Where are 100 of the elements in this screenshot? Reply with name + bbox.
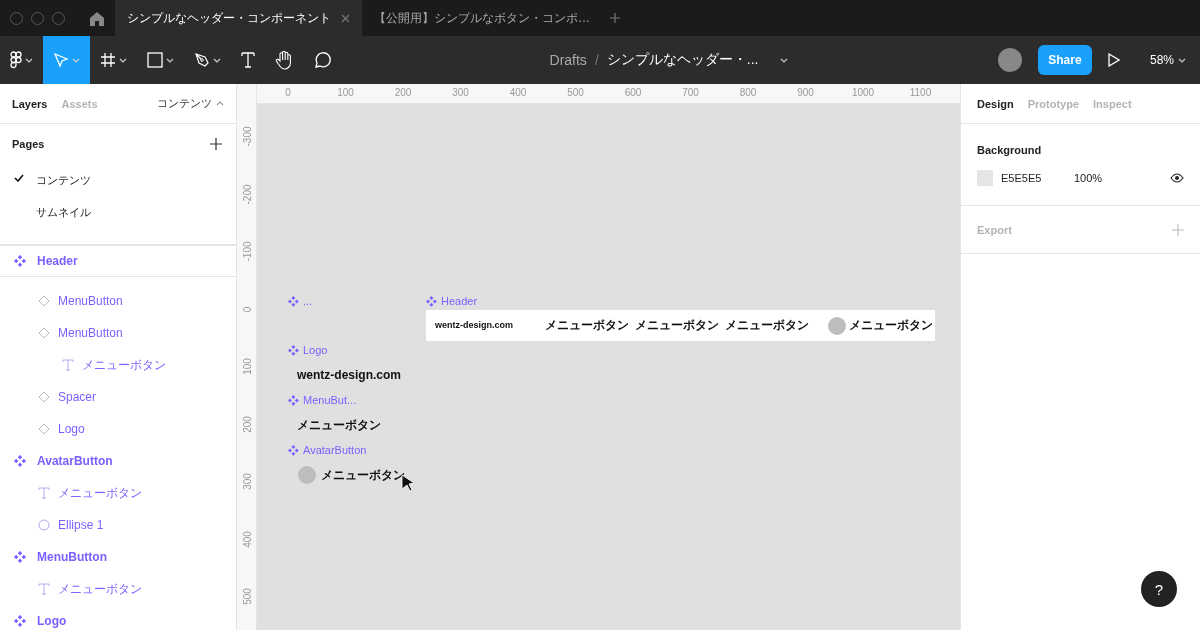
ruler-label: 300 xyxy=(452,87,469,98)
ruler-label: 0 xyxy=(285,87,291,98)
caret-icon xyxy=(1178,57,1186,63)
ruler-label: 300 xyxy=(241,472,253,492)
play-icon[interactable] xyxy=(1107,53,1120,67)
text-icon xyxy=(241,52,255,68)
diamond-icon xyxy=(38,423,50,435)
layer-item[interactable]: AvatarButton xyxy=(0,445,236,477)
component-icon xyxy=(288,444,299,456)
cursor-icon xyxy=(53,52,69,68)
menu-text: メニューボタン xyxy=(545,318,629,333)
layer-item[interactable]: メニューボタン xyxy=(0,349,236,381)
header-frame[interactable]: wentz-design.com メニューボタン メニューボタン メニューボタン メニューボタン xyxy=(426,310,935,341)
caret-icon xyxy=(25,57,33,63)
zoom-menu[interactable]: 58% xyxy=(1149,53,1186,67)
color-value[interactable]: E5E5E5 xyxy=(1001,172,1074,184)
layer-item[interactable]: Spacer xyxy=(0,381,236,413)
menu-text: メニューボタン xyxy=(849,318,933,333)
layer-item[interactable]: MenuButton xyxy=(0,317,236,349)
layer-item[interactable]: MenuButton xyxy=(0,541,236,573)
breadcrumb-separator: / xyxy=(594,52,599,68)
rectangle-icon xyxy=(147,52,163,68)
page-item[interactable]: コンテンツ xyxy=(0,164,236,196)
component-icon xyxy=(14,615,26,627)
home-icon[interactable] xyxy=(88,10,105,26)
ellipse-icon xyxy=(38,519,50,531)
ruler-label: 0 xyxy=(241,305,253,314)
component-icon xyxy=(14,255,26,267)
diamond-icon xyxy=(38,327,50,339)
frame-icon xyxy=(100,52,116,68)
caret-icon xyxy=(213,57,221,63)
component-label[interactable]: Logo xyxy=(303,344,328,356)
component-label[interactable]: AvatarButton xyxy=(303,444,367,456)
color-swatch[interactable] xyxy=(977,170,993,186)
ruler-label: 500 xyxy=(567,87,584,98)
ruler-label: 800 xyxy=(739,87,757,98)
add-icon[interactable] xyxy=(210,138,222,150)
component-icon xyxy=(288,344,299,356)
ruler-label: 100 xyxy=(241,357,253,377)
share-button[interactable]: Share xyxy=(1037,45,1092,75)
caret-icon xyxy=(166,57,174,63)
file-name[interactable]: シンプルなヘッダー・... xyxy=(606,51,759,69)
ruler-label: 600 xyxy=(624,87,642,98)
page-item[interactable]: サムネイル xyxy=(0,196,236,228)
logo-text: wentz-design.com xyxy=(435,319,514,332)
ruler-label: 700 xyxy=(682,87,699,98)
text-icon xyxy=(62,359,74,371)
logo-text: wentz-design.com xyxy=(297,368,401,383)
ruler-label: 900 xyxy=(797,87,814,98)
ruler-label: 500 xyxy=(241,587,253,607)
caret-icon xyxy=(780,57,789,63)
file-tab[interactable]: シンプルなヘッダー・コンポーネント xyxy=(115,0,362,36)
ruler-label: 100 xyxy=(337,87,354,98)
component-icon xyxy=(426,295,437,307)
section-title: Background xyxy=(977,143,1043,158)
opacity-value[interactable]: 100% xyxy=(1074,172,1170,184)
layer-item[interactable]: Logo xyxy=(0,413,236,445)
page-menu[interactable]: コンテンツ xyxy=(157,96,224,111)
file-tab[interactable]: 【公開用】シンプルなボタン・コンポ… xyxy=(362,0,602,36)
layer-item[interactable]: Ellipse 1 xyxy=(0,509,236,541)
menu-text: メニューボタン xyxy=(321,467,405,483)
ruler-label: -300 xyxy=(241,125,253,149)
component-label[interactable]: MenuBut... xyxy=(303,394,357,406)
menu-text: メニューボタン xyxy=(725,318,809,333)
eye-icon[interactable] xyxy=(1170,173,1184,183)
caret-icon xyxy=(119,57,127,63)
panel-tab[interactable]: Layers xyxy=(12,97,48,110)
user-avatar[interactable] xyxy=(997,48,1022,72)
component-label[interactable]: ... xyxy=(303,295,313,307)
text-icon xyxy=(38,583,50,595)
component-icon xyxy=(14,455,26,467)
ruler-label: -200 xyxy=(241,183,253,206)
avatar-circle xyxy=(298,466,316,484)
folder-link[interactable]: Drafts xyxy=(549,52,587,68)
text-icon xyxy=(38,487,50,499)
plus-icon[interactable] xyxy=(610,13,620,23)
ruler-label: 200 xyxy=(394,87,412,98)
ruler-label: 200 xyxy=(241,414,253,435)
panel-tab[interactable]: Design xyxy=(977,97,1014,110)
layer-item[interactable]: メニューボタン xyxy=(0,477,236,509)
component-icon xyxy=(14,551,26,563)
layer-item[interactable]: MenuButton xyxy=(0,285,236,317)
hand-icon xyxy=(275,50,293,70)
caret-icon xyxy=(72,57,80,63)
layer-item[interactable]: メニューボタン xyxy=(0,573,236,605)
component-label[interactable]: Header xyxy=(441,295,478,307)
component-icon xyxy=(288,295,299,307)
ruler-label: 1100 xyxy=(909,87,932,98)
help-button[interactable]: ? xyxy=(1141,571,1177,607)
menu-text: メニューボタン xyxy=(297,418,381,433)
layer-item[interactable]: Logo xyxy=(0,605,236,630)
avatar-circle xyxy=(828,316,846,335)
section-title: Pages xyxy=(12,138,45,150)
close-icon[interactable] xyxy=(341,13,350,23)
ruler-label: -100 xyxy=(241,240,253,264)
diamond-icon xyxy=(38,391,50,403)
layer-item[interactable]: Header xyxy=(0,245,236,277)
diamond-icon xyxy=(38,295,50,307)
menu-text: メニューボタン xyxy=(635,318,719,333)
ruler-label: 1000 xyxy=(851,87,875,98)
